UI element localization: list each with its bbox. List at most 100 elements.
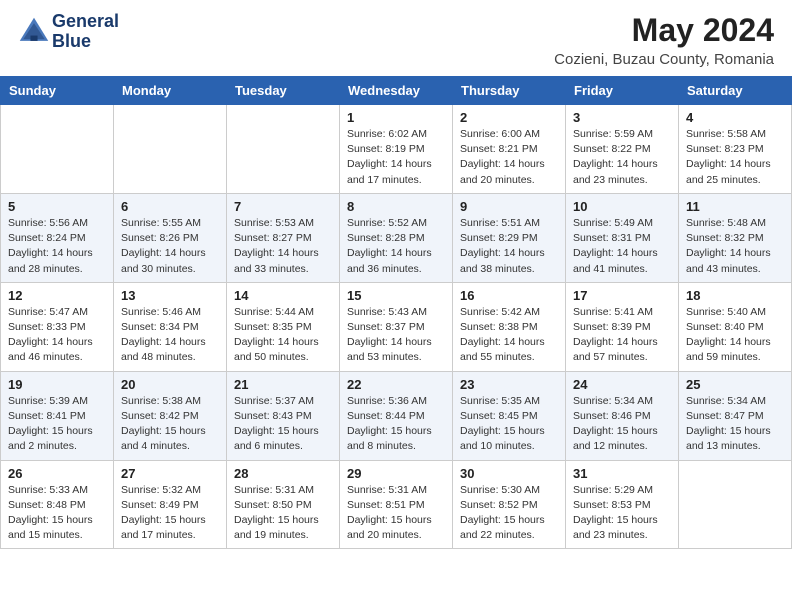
day-number: 2 [460, 110, 558, 125]
day-info: Sunrise: 5:34 AM Sunset: 8:47 PM Dayligh… [686, 394, 784, 455]
day-info: Sunrise: 5:58 AM Sunset: 8:23 PM Dayligh… [686, 127, 784, 188]
calendar-cell: 22 Sunrise: 5:36 AM Sunset: 8:44 PM Dayli… [340, 371, 453, 460]
day-number: 12 [8, 288, 106, 303]
day-number: 10 [573, 199, 671, 214]
day-info: Sunrise: 5:46 AM Sunset: 8:34 PM Dayligh… [121, 305, 219, 366]
day-number: 31 [573, 466, 671, 481]
calendar-cell: 8 Sunrise: 5:52 AM Sunset: 8:28 PM Daylig… [340, 193, 453, 282]
day-info: Sunrise: 5:47 AM Sunset: 8:33 PM Dayligh… [8, 305, 106, 366]
calendar-week-3: 12 Sunrise: 5:47 AM Sunset: 8:33 PM Dayli… [1, 282, 792, 371]
day-number: 18 [686, 288, 784, 303]
title-block: May 2024 Cozieni, Buzau County, Romania [554, 12, 774, 68]
day-number: 22 [347, 377, 445, 392]
day-number: 7 [234, 199, 332, 214]
day-info: Sunrise: 5:55 AM Sunset: 8:26 PM Dayligh… [121, 216, 219, 277]
day-number: 21 [234, 377, 332, 392]
day-info: Sunrise: 5:59 AM Sunset: 8:22 PM Dayligh… [573, 127, 671, 188]
col-header-tuesday: Tuesday [227, 77, 340, 105]
day-number: 14 [234, 288, 332, 303]
day-info: Sunrise: 5:44 AM Sunset: 8:35 PM Dayligh… [234, 305, 332, 366]
day-info: Sunrise: 5:49 AM Sunset: 8:31 PM Dayligh… [573, 216, 671, 277]
calendar-cell: 10 Sunrise: 5:49 AM Sunset: 8:31 PM Dayli… [566, 193, 679, 282]
day-number: 23 [460, 377, 558, 392]
calendar-cell: 3Sunrise: 5:59 AM Sunset: 8:22 PM Daylig… [566, 105, 679, 194]
calendar-cell [679, 460, 792, 549]
calendar-cell: 23 Sunrise: 5:35 AM Sunset: 8:45 PM Dayli… [453, 371, 566, 460]
day-info: Sunrise: 5:39 AM Sunset: 8:41 PM Dayligh… [8, 394, 106, 455]
day-info: Sunrise: 5:33 AM Sunset: 8:48 PM Dayligh… [8, 483, 106, 544]
calendar-cell: 16 Sunrise: 5:42 AM Sunset: 8:38 PM Dayli… [453, 282, 566, 371]
calendar-cell: 26 Sunrise: 5:33 AM Sunset: 8:48 PM Dayli… [1, 460, 114, 549]
calendar-cell [1, 105, 114, 194]
day-info: Sunrise: 5:36 AM Sunset: 8:44 PM Dayligh… [347, 394, 445, 455]
day-number: 16 [460, 288, 558, 303]
day-number: 15 [347, 288, 445, 303]
calendar-cell: 28Sunrise: 5:31 AM Sunset: 8:50 PM Dayli… [227, 460, 340, 549]
calendar-cell: 29 Sunrise: 5:31 AM Sunset: 8:51 PM Dayli… [340, 460, 453, 549]
month-title: May 2024 [554, 12, 774, 49]
calendar-week-2: 5 Sunrise: 5:56 AM Sunset: 8:24 PM Daylig… [1, 193, 792, 282]
calendar-cell: 15 Sunrise: 5:43 AM Sunset: 8:37 PM Dayli… [340, 282, 453, 371]
calendar-cell: 21 Sunrise: 5:37 AM Sunset: 8:43 PM Dayli… [227, 371, 340, 460]
logo: General Blue [18, 12, 119, 52]
day-number: 20 [121, 377, 219, 392]
calendar-cell: 13Sunrise: 5:46 AM Sunset: 8:34 PM Dayli… [114, 282, 227, 371]
calendar-cell: 19Sunrise: 5:39 AM Sunset: 8:41 PM Dayli… [1, 371, 114, 460]
day-info: Sunrise: 5:53 AM Sunset: 8:27 PM Dayligh… [234, 216, 332, 277]
day-number: 4 [686, 110, 784, 125]
col-header-thursday: Thursday [453, 77, 566, 105]
day-info: Sunrise: 5:38 AM Sunset: 8:42 PM Dayligh… [121, 394, 219, 455]
calendar-cell [227, 105, 340, 194]
calendar-cell: 24 Sunrise: 5:34 AM Sunset: 8:46 PM Dayli… [566, 371, 679, 460]
day-number: 28 [234, 466, 332, 481]
day-info: Sunrise: 5:29 AM Sunset: 8:53 PM Dayligh… [573, 483, 671, 544]
calendar-cell: 18 Sunrise: 5:40 AM Sunset: 8:40 PM Dayli… [679, 282, 792, 371]
calendar-cell: 30Sunrise: 5:30 AM Sunset: 8:52 PM Dayli… [453, 460, 566, 549]
col-header-monday: Monday [114, 77, 227, 105]
day-info: Sunrise: 5:40 AM Sunset: 8:40 PM Dayligh… [686, 305, 784, 366]
logo-text: General Blue [52, 12, 119, 52]
day-number: 5 [8, 199, 106, 214]
day-info: Sunrise: 5:52 AM Sunset: 8:28 PM Dayligh… [347, 216, 445, 277]
day-info: Sunrise: 5:32 AM Sunset: 8:49 PM Dayligh… [121, 483, 219, 544]
day-info: Sunrise: 5:56 AM Sunset: 8:24 PM Dayligh… [8, 216, 106, 277]
calendar-cell [114, 105, 227, 194]
day-info: Sunrise: 5:34 AM Sunset: 8:46 PM Dayligh… [573, 394, 671, 455]
day-info: Sunrise: 5:43 AM Sunset: 8:37 PM Dayligh… [347, 305, 445, 366]
calendar-week-4: 19Sunrise: 5:39 AM Sunset: 8:41 PM Dayli… [1, 371, 792, 460]
day-number: 24 [573, 377, 671, 392]
calendar-cell: 2 Sunrise: 6:00 AM Sunset: 8:21 PM Daylig… [453, 105, 566, 194]
day-number: 8 [347, 199, 445, 214]
calendar-week-5: 26 Sunrise: 5:33 AM Sunset: 8:48 PM Dayli… [1, 460, 792, 549]
day-info: Sunrise: 5:51 AM Sunset: 8:29 PM Dayligh… [460, 216, 558, 277]
day-number: 29 [347, 466, 445, 481]
calendar-cell: 25Sunrise: 5:34 AM Sunset: 8:47 PM Dayli… [679, 371, 792, 460]
day-info: Sunrise: 6:00 AM Sunset: 8:21 PM Dayligh… [460, 127, 558, 188]
col-header-sunday: Sunday [1, 77, 114, 105]
day-info: Sunrise: 5:37 AM Sunset: 8:43 PM Dayligh… [234, 394, 332, 455]
day-number: 6 [121, 199, 219, 214]
col-header-saturday: Saturday [679, 77, 792, 105]
day-number: 17 [573, 288, 671, 303]
calendar-cell: 20 Sunrise: 5:38 AM Sunset: 8:42 PM Dayli… [114, 371, 227, 460]
col-header-wednesday: Wednesday [340, 77, 453, 105]
day-info: Sunrise: 5:35 AM Sunset: 8:45 PM Dayligh… [460, 394, 558, 455]
day-info: Sunrise: 5:42 AM Sunset: 8:38 PM Dayligh… [460, 305, 558, 366]
calendar-header-row: SundayMondayTuesdayWednesdayThursdayFrid… [1, 77, 792, 105]
calendar-cell: 5 Sunrise: 5:56 AM Sunset: 8:24 PM Daylig… [1, 193, 114, 282]
col-header-friday: Friday [566, 77, 679, 105]
day-number: 9 [460, 199, 558, 214]
day-number: 1 [347, 110, 445, 125]
calendar-cell: 31 Sunrise: 5:29 AM Sunset: 8:53 PM Dayli… [566, 460, 679, 549]
day-number: 30 [460, 466, 558, 481]
day-number: 26 [8, 466, 106, 481]
calendar-cell: 9 Sunrise: 5:51 AM Sunset: 8:29 PM Daylig… [453, 193, 566, 282]
day-info: Sunrise: 5:48 AM Sunset: 8:32 PM Dayligh… [686, 216, 784, 277]
calendar: SundayMondayTuesdayWednesdayThursdayFrid… [0, 76, 792, 549]
calendar-cell: 7 Sunrise: 5:53 AM Sunset: 8:27 PM Daylig… [227, 193, 340, 282]
location-title: Cozieni, Buzau County, Romania [554, 51, 774, 68]
calendar-cell: 6 Sunrise: 5:55 AM Sunset: 8:26 PM Daylig… [114, 193, 227, 282]
day-info: Sunrise: 5:31 AM Sunset: 8:51 PM Dayligh… [347, 483, 445, 544]
calendar-cell: 14 Sunrise: 5:44 AM Sunset: 8:35 PM Dayli… [227, 282, 340, 371]
calendar-cell: 11Sunrise: 5:48 AM Sunset: 8:32 PM Dayli… [679, 193, 792, 282]
